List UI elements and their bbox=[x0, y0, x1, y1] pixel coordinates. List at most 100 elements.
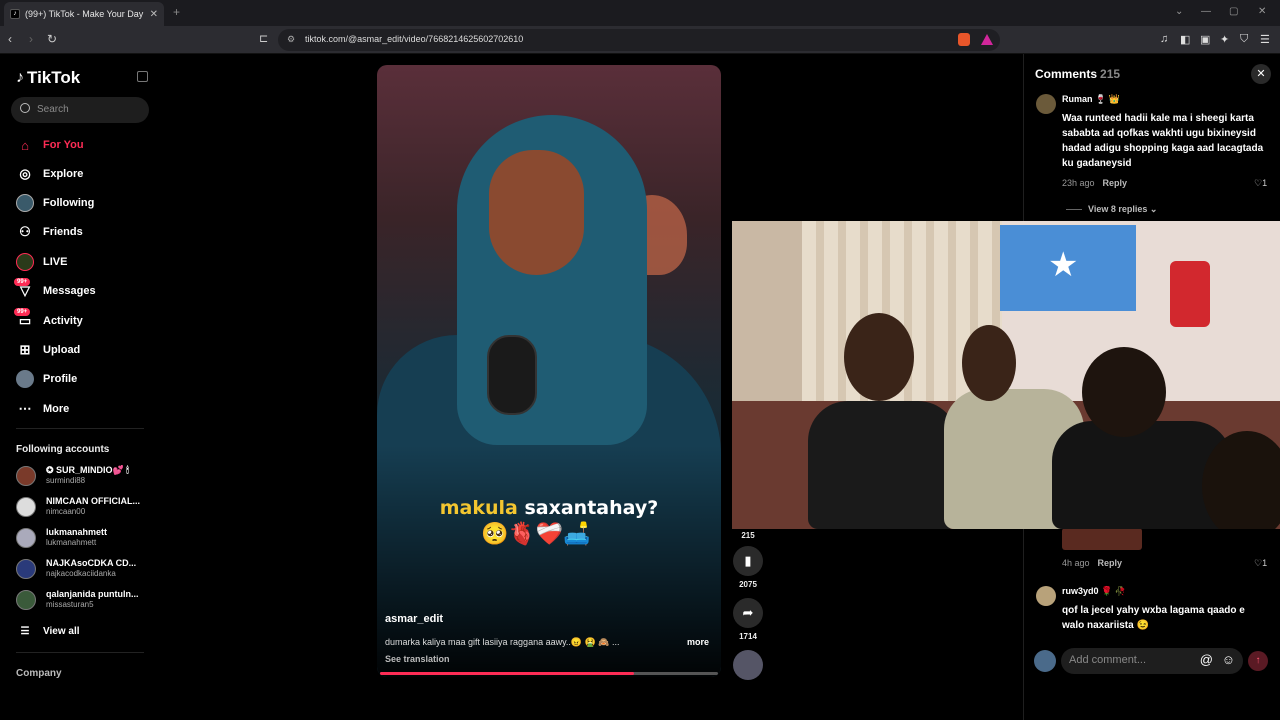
view-replies-button[interactable]: View 8 replies ⌄ bbox=[1066, 204, 1157, 215]
microphone-graphic bbox=[487, 335, 537, 415]
mention-icon[interactable]: @ bbox=[1200, 652, 1213, 667]
maximize-button[interactable]: ▢ bbox=[1229, 6, 1238, 17]
nav-friends[interactable]: ⚇ Friends bbox=[16, 221, 83, 243]
nav-label: Following bbox=[43, 197, 95, 209]
person-middle-head bbox=[962, 325, 1016, 401]
commenter-name[interactable]: ruw3yd0 🌹 🥀 bbox=[1062, 586, 1126, 597]
video-player[interactable]: makula saxantahay? 🥺🫀❤️‍🩹🛋️ asmar_edit d… bbox=[377, 65, 721, 677]
account-name: qalanjanida puntuln... bbox=[46, 589, 139, 599]
person-left bbox=[808, 401, 958, 529]
brave-shield-icon[interactable] bbox=[958, 33, 970, 46]
account-name: NAJKAsoCDKA CD... bbox=[46, 558, 137, 568]
bookmark-icon[interactable]: ▮ bbox=[733, 546, 763, 576]
back-icon[interactable]: ‹ bbox=[8, 32, 12, 46]
see-translation-link[interactable]: See translation bbox=[385, 654, 450, 664]
nav-messages[interactable]: ▽ 99+ Messages bbox=[14, 278, 96, 302]
commenter-avatar[interactable] bbox=[1036, 586, 1056, 606]
send-icon[interactable]: ↑ bbox=[1248, 651, 1268, 671]
share-icon[interactable]: ➦ bbox=[733, 598, 763, 628]
media-icon[interactable]: ♫ bbox=[1160, 33, 1168, 45]
video-username[interactable]: asmar_edit bbox=[385, 613, 443, 625]
share-action[interactable]: ➦ 1714 bbox=[732, 598, 764, 641]
sidebar: ♪ TikTok Search ⌂ For You ◎ Explore Followi… bbox=[0, 54, 160, 720]
caption-highlight: makula bbox=[439, 497, 518, 519]
tab-search-icon[interactable]: ⌄ bbox=[1175, 6, 1183, 17]
nav-profile[interactable]: Profile bbox=[16, 368, 77, 390]
close-comments-icon[interactable]: ✕ bbox=[1251, 64, 1271, 84]
search-input[interactable]: Search bbox=[11, 97, 149, 123]
reply-button[interactable]: Reply bbox=[1103, 178, 1128, 188]
nav-label: More bbox=[43, 403, 70, 415]
account-item[interactable]: lukmanahmett lukmanahmett bbox=[16, 525, 151, 551]
sidebar-toggle-icon[interactable]: ◧ bbox=[1180, 33, 1190, 46]
caption-emojis: 🥺🫀❤️‍🩹🛋️ bbox=[481, 521, 591, 546]
add-comment-input[interactable]: Add comment... @ ☺ bbox=[1061, 648, 1243, 674]
save-action[interactable]: ▮ 2075 bbox=[732, 546, 764, 589]
tiktok-note-icon: ♪ bbox=[16, 69, 24, 86]
comment-like[interactable]: ♡1 bbox=[1254, 178, 1267, 189]
account-item[interactable]: NIMCAAN OFFICIAL... nimcaan00 bbox=[16, 494, 151, 520]
nav-for-you[interactable]: ⌂ For You bbox=[16, 134, 83, 156]
nav-more[interactable]: ⋯ More bbox=[16, 398, 70, 420]
wallet-icon[interactable]: ▣ bbox=[1200, 33, 1210, 46]
share-count: 1714 bbox=[739, 632, 757, 641]
comment-meta: 23h ago Reply bbox=[1062, 178, 1127, 188]
close-window-button[interactable]: ✕ bbox=[1258, 6, 1266, 17]
account-item[interactable]: qalanjanida puntuln... missasturan5 bbox=[16, 587, 151, 613]
sound-action[interactable] bbox=[732, 650, 764, 680]
comment-like[interactable]: ♡1 bbox=[1254, 558, 1267, 569]
messages-badge: 99+ bbox=[14, 278, 31, 286]
brave-rewards-icon[interactable] bbox=[981, 34, 993, 45]
address-bar[interactable]: ⚙ tiktok.com/@asmar_edit/video/766821462… bbox=[278, 29, 1000, 51]
collapse-sidebar-icon[interactable] bbox=[137, 71, 148, 82]
sound-disc-icon[interactable] bbox=[733, 650, 763, 680]
account-avatar bbox=[16, 590, 36, 610]
account-item[interactable]: NAJKAsoCDKA CD... najkacodkaciidanka bbox=[16, 556, 151, 582]
reply-button[interactable]: Reply bbox=[1098, 558, 1123, 568]
account-avatar bbox=[16, 497, 36, 517]
commenter-avatar[interactable] bbox=[1036, 94, 1056, 114]
reload-icon[interactable]: ↻ bbox=[47, 32, 57, 46]
account-avatar bbox=[16, 466, 36, 486]
like-count: 1 bbox=[1262, 178, 1268, 188]
nav-label: Activity bbox=[43, 315, 83, 327]
nav-following[interactable]: Following bbox=[16, 192, 94, 214]
minimize-button[interactable]: — bbox=[1201, 6, 1211, 17]
video-progress-bar[interactable] bbox=[380, 672, 718, 675]
view-all-link[interactable]: ☰ View all bbox=[16, 620, 80, 642]
search-icon bbox=[20, 103, 30, 113]
flag-star-icon: ★ bbox=[1048, 246, 1079, 284]
upload-icon: ⊞ bbox=[19, 342, 31, 357]
nav-activity[interactable]: ▭ 99+ Activity bbox=[14, 308, 83, 332]
vpn-icon[interactable]: ⛉ bbox=[1240, 33, 1248, 46]
account-item[interactable]: ✪ SUR_MINDIO💕 🕯 surmindi88 bbox=[16, 463, 151, 489]
nav-explore[interactable]: ◎ Explore bbox=[16, 163, 83, 185]
commenter-name[interactable]: Ruman 🍷 👑 bbox=[1062, 94, 1120, 105]
webcam-overlay: ★ bbox=[732, 221, 1280, 529]
account-avatar bbox=[16, 528, 36, 548]
more-button[interactable]: more bbox=[687, 637, 709, 647]
account-handle: lukmanahmett bbox=[46, 538, 97, 547]
bookmark-icon[interactable]: ⊏ bbox=[259, 32, 268, 45]
view-all-label: View all bbox=[43, 625, 80, 637]
account-handle: surmindi88 bbox=[46, 476, 86, 485]
company-link[interactable]: Company bbox=[16, 668, 62, 679]
leo-ai-icon[interactable]: ✦ bbox=[1220, 33, 1229, 46]
browser-tab[interactable]: ♪ (99+) TikTok - Make Your Day ✕ bbox=[4, 2, 164, 26]
site-info-icon[interactable]: ⚙ bbox=[287, 34, 295, 45]
account-name: ✪ SUR_MINDIO💕 🕯 bbox=[46, 465, 129, 475]
comment-item: ruw3yd0 🌹 🥀 qof la jecel yahy wxba lagam… bbox=[1036, 586, 1276, 636]
emoji-icon[interactable]: ☺ bbox=[1222, 652, 1235, 667]
live-avatar-icon bbox=[16, 253, 34, 271]
nav-label: Upload bbox=[43, 344, 81, 356]
new-tab-button[interactable]: + bbox=[173, 5, 180, 19]
nav-upload[interactable]: ⊞ Upload bbox=[16, 339, 81, 361]
tiktok-logo[interactable]: ♪ TikTok bbox=[16, 68, 80, 88]
forward-icon[interactable]: › bbox=[29, 32, 33, 46]
menu-icon[interactable]: ☰ bbox=[1260, 33, 1270, 46]
close-tab-icon[interactable]: ✕ bbox=[150, 9, 158, 20]
nav-live[interactable]: LIVE bbox=[16, 251, 67, 273]
compass-icon: ◎ bbox=[19, 166, 31, 181]
comment-thumbnail bbox=[1062, 528, 1142, 550]
comment-time: 23h ago bbox=[1062, 178, 1095, 188]
